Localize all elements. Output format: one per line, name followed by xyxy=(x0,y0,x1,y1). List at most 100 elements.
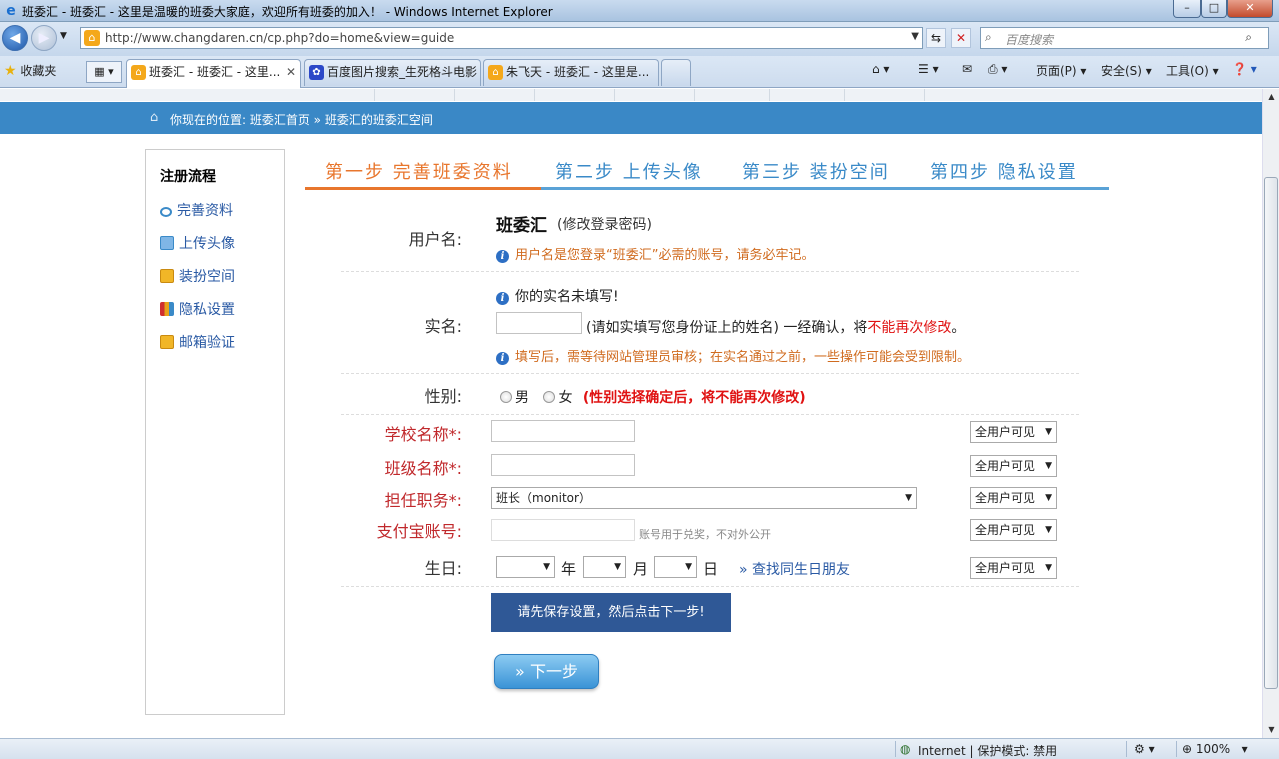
position-value: 班长（monitor） xyxy=(496,491,591,505)
class-input[interactable] xyxy=(491,454,635,476)
active-step-underline xyxy=(305,187,541,190)
search-placeholder: 百度搜索 xyxy=(1005,33,1054,47)
divider xyxy=(341,414,1079,415)
username-value: 班委汇 xyxy=(496,216,547,236)
chevron-down-icon: ▼ xyxy=(543,562,550,572)
registration-sidebar: 注册流程 完善资料 上传头像 装扮空间 隐私设置 邮箱验证 xyxy=(145,149,285,715)
realname-input[interactable] xyxy=(496,312,582,334)
year-label: 年 xyxy=(561,560,577,578)
location-bar: ⌂ 你现在的位置: 班委汇首页 » 班委汇的班委汇空间 xyxy=(0,102,1262,134)
birth-day-select[interactable]: ▼ xyxy=(654,556,697,578)
alipay-visibility-select[interactable]: 全用户可见 ▼ xyxy=(970,519,1057,541)
scroll-down-icon[interactable]: ▼ xyxy=(1263,722,1279,738)
school-input[interactable] xyxy=(491,420,635,442)
step-4-tab[interactable]: 第四步 隐私设置 xyxy=(930,158,1078,184)
address-input[interactable]: ⌂ http://www.changdaren.cn/cp.php?do=hom… xyxy=(80,27,923,49)
globe-icon: ◍ xyxy=(900,742,911,756)
realname-warning: 不能再次修改 xyxy=(867,320,952,336)
info-icon: i xyxy=(496,352,509,365)
close-window-button[interactable]: ✕ xyxy=(1227,0,1273,18)
tools-menu-label: 工具(O) xyxy=(1166,64,1209,78)
sidebar-item-label: 上传头像 xyxy=(179,236,235,252)
tools-menu[interactable]: 工具(O) ▾ xyxy=(1166,62,1219,79)
step-3-tab[interactable]: 第三步 装扮空间 xyxy=(742,158,890,184)
breadcrumb[interactable]: 你现在的位置: 班委汇首页 » 班委汇的班委汇空间 xyxy=(170,111,433,128)
month-label: 月 xyxy=(633,560,649,578)
tab-zhufeitian[interactable]: ⌂ 朱飞天 - 班委汇 - 这里是... xyxy=(483,59,659,86)
step-2-tab[interactable]: 第二步 上传头像 xyxy=(555,158,703,184)
tab-label: 朱飞天 - 班委汇 - 这里是... xyxy=(506,65,650,79)
sidebar-item-decorate[interactable]: 装扮空间 xyxy=(160,266,235,286)
scroll-thumb[interactable] xyxy=(1264,177,1278,689)
scroll-up-icon[interactable]: ▲ xyxy=(1263,89,1279,105)
new-tab-button[interactable] xyxy=(661,59,691,86)
tab-baidu-images[interactable]: ✿ 百度图片搜索_生死格斗电影 xyxy=(304,59,481,86)
search-input[interactable]: ⌕ 百度搜索 ⌕ xyxy=(980,27,1269,49)
class-visibility-select[interactable]: 全用户可见 ▼ xyxy=(970,455,1057,477)
page-menu-label: 页面(P) xyxy=(1036,64,1077,78)
forward-button[interactable]: ▶ xyxy=(31,25,57,51)
tab-banweihui[interactable]: ⌂ 班委汇 - 班委汇 - 这里... ✕ xyxy=(126,59,301,88)
favorites-button[interactable]: ★ 收藏夹 xyxy=(4,62,56,79)
sidebar-item-email[interactable]: 邮箱验证 xyxy=(160,332,235,352)
print-button[interactable]: ⎙ ▾ xyxy=(988,62,1007,77)
vertical-scrollbar[interactable]: ▲ ▼ xyxy=(1262,89,1279,738)
zone-status[interactable]: Internet | 保护模式: 禁用 xyxy=(918,742,1057,759)
maximize-button[interactable]: □ xyxy=(1201,0,1227,18)
stop-button[interactable]: ✕ xyxy=(951,28,971,48)
sidebar-item-label: 完善资料 xyxy=(177,203,233,219)
find-birthday-friends-link[interactable]: » 查找同生日朋友 xyxy=(739,559,850,579)
close-tab-icon[interactable]: ✕ xyxy=(286,60,296,85)
chevron-down-icon: ▼ xyxy=(1045,563,1052,573)
feeds-button[interactable]: ☰ ▾ xyxy=(918,62,939,76)
history-dropdown-icon[interactable]: ▼ xyxy=(60,31,67,41)
day-label: 日 xyxy=(703,560,719,578)
female-radio[interactable] xyxy=(543,391,556,403)
tab-toolbar: ★ 收藏夹 ▦ ▾ ⌂ 班委汇 - 班委汇 - 这里... ✕ ✿ 百度图片搜索… xyxy=(0,56,1279,88)
mail-button[interactable]: ✉ xyxy=(962,62,972,76)
birth-month-select[interactable]: ▼ xyxy=(583,556,626,578)
double-chevron-right-icon: » xyxy=(515,662,525,681)
male-radio[interactable] xyxy=(500,391,512,403)
step-1-tab[interactable]: 第一步 完善班委资料 xyxy=(325,158,513,184)
status-bar: ◍ Internet | 保护模式: 禁用 ⚙ ▾ ⊕ 100% ▾ xyxy=(0,738,1279,759)
search-go-icon[interactable]: ⌕ xyxy=(1245,30,1252,45)
next-step-button[interactable]: » 下一步 xyxy=(494,654,599,689)
birthday-visibility-select[interactable]: 全用户可见 ▼ xyxy=(970,557,1057,579)
manage-addons-icon[interactable]: ⚙ ▾ xyxy=(1134,742,1155,756)
page-menu[interactable]: 页面(P) ▾ xyxy=(1036,62,1086,79)
username-label: 用户名: xyxy=(408,230,462,249)
quick-tabs-button[interactable]: ▦ ▾ xyxy=(86,61,122,83)
chevron-down-icon: ▼ xyxy=(1045,525,1052,535)
username-hint: i 用户名是您登录“班委汇”必需的账号，请务必牢记。 xyxy=(496,244,814,263)
home-favicon-icon: ⌂ xyxy=(488,65,503,80)
sidebar-heading: 注册流程 xyxy=(160,169,216,185)
male-label: 男 xyxy=(515,390,529,406)
chevron-down-icon: ▼ xyxy=(905,493,912,503)
chevron-down-icon: ▼ xyxy=(1045,427,1052,437)
safety-menu[interactable]: 安全(S) ▾ xyxy=(1101,62,1152,79)
address-dropdown-icon[interactable]: ▼ xyxy=(911,31,919,42)
minimize-button[interactable]: – xyxy=(1173,0,1201,18)
home-icon: ⌂ xyxy=(150,110,159,125)
sidebar-item-privacy[interactable]: 隐私设置 xyxy=(160,299,235,319)
sidebar-item-profile[interactable]: 完善资料 xyxy=(160,200,233,220)
birth-year-select[interactable]: ▼ xyxy=(496,556,555,578)
step-tabs: 第一步 完善班委资料 第二步 上传头像 第三步 装扮空间 第四步 隐私设置 xyxy=(305,154,1109,190)
change-password-link[interactable]: (修改登录密码) xyxy=(557,214,652,234)
sidebar-item-avatar[interactable]: 上传头像 xyxy=(160,233,235,253)
home-button[interactable]: ⌂ ▾ xyxy=(872,62,889,76)
back-button[interactable]: ◀ xyxy=(2,25,28,51)
gender-warning: (性别选择确定后，将不能再次修改) xyxy=(582,390,806,406)
sidebar-item-label: 邮箱验证 xyxy=(179,335,235,351)
zoom-level[interactable]: ⊕ 100% ▾ xyxy=(1182,742,1248,756)
visibility-value: 全用户可见 xyxy=(975,425,1036,439)
help-button[interactable]: ❓ ▾ xyxy=(1232,62,1257,76)
position-visibility-select[interactable]: 全用户可见 ▼ xyxy=(970,487,1057,509)
alipay-input[interactable] xyxy=(491,519,635,541)
divider xyxy=(341,271,1079,272)
school-visibility-select[interactable]: 全用户可见 ▼ xyxy=(970,421,1057,443)
refresh-button[interactable]: ⇆ xyxy=(926,28,946,48)
position-select[interactable]: 班长（monitor） ▼ xyxy=(491,487,917,509)
sidebar-item-label: 装扮空间 xyxy=(179,269,235,285)
